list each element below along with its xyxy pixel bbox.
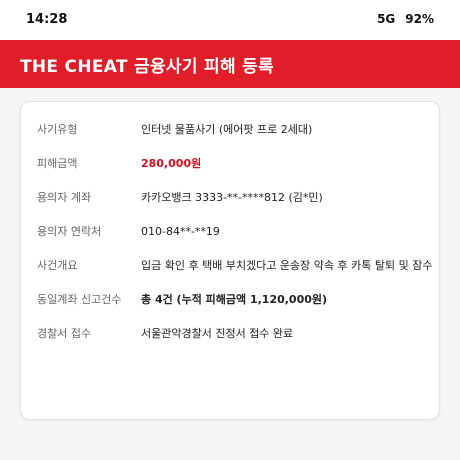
detail-row-amount: 피해금액 280,000원	[37, 153, 201, 173]
detail-label: 용의자 계좌	[37, 191, 92, 204]
battery-indicator: 92%	[405, 12, 434, 26]
detail-row-fraud-type: 사기유형 인터넷 물품사기 (에어팟 프로 2세대)	[37, 119, 312, 139]
status-time: 14:28	[26, 12, 68, 27]
detail-value: 010-84**-**19	[141, 224, 220, 238]
status-bar: 14:28 5G 92%	[0, 0, 460, 40]
detail-label: 피해금액	[37, 157, 78, 170]
detail-value: 입금 확인 후 택배 부치겠다고 운송장 약속 후 카톡 탈퇴 및 잠수	[141, 259, 433, 272]
detail-row-phone: 용의자 연락처 010-84**-**19	[37, 221, 220, 241]
detail-label: 동일계좌 신고건수	[37, 293, 122, 306]
status-indicators: 5G 92%	[377, 12, 434, 26]
detail-row-report-count: 동일계좌 신고건수 총 4건 (누적 피해금액 1,120,000원)	[37, 289, 327, 309]
app-header: THE CHEAT 금융사기 피해 등록	[0, 40, 460, 88]
detail-row-account: 용의자 계좌 카카오뱅크 3333-**-****812 (김*민)	[37, 187, 323, 207]
detail-row-police: 경찰서 접수 서울관악경찰서 진정서 접수 완료	[37, 323, 293, 343]
detail-value: 인터넷 물품사기 (에어팟 프로 2세대)	[141, 123, 313, 136]
detail-label: 사건개요	[37, 259, 78, 272]
detail-label: 사기유형	[37, 123, 78, 136]
detail-value: 카카오뱅크 3333-**-****812 (김*민)	[141, 191, 323, 204]
detail-label: 경찰서 접수	[37, 327, 92, 340]
report-detail-card: 사기유형 인터넷 물품사기 (에어팟 프로 2세대) 피해금액 280,000원…	[20, 101, 440, 420]
detail-row-summary: 사건개요 입금 확인 후 택배 부치겠다고 운송장 약속 후 카톡 탈퇴 및 잠…	[37, 255, 432, 275]
detail-value: 서울관악경찰서 진정서 접수 완료	[141, 327, 294, 340]
page-title: THE CHEAT 금융사기 피해 등록	[20, 56, 274, 77]
detail-value: 총 4건 (누적 피해금액 1,120,000원)	[141, 293, 328, 306]
detail-label: 용의자 연락처	[37, 225, 102, 238]
network-indicator: 5G	[377, 12, 396, 26]
damage-amount: 280,000원	[141, 157, 202, 170]
